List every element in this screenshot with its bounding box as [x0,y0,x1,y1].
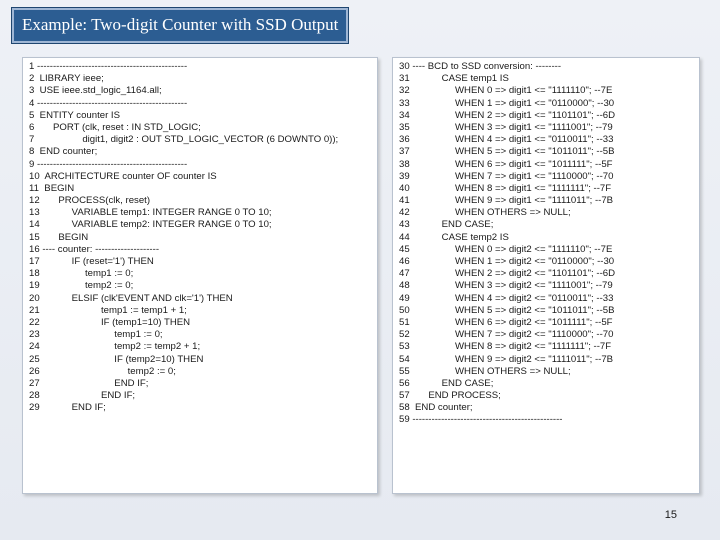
slide-title: Example: Two-digit Counter with SSD Outp… [12,8,349,43]
code-line: 43 END CASE; [399,219,494,231]
code-line: 40 WHEN 8 => digit1 <= "1111111"; --7F [399,182,612,194]
code-line: 42 WHEN OTHERS => NULL; [399,207,571,219]
page-number: 15 [664,509,677,521]
slide: Example: Two-digit Counter with SSD Outp… [0,0,720,540]
code-line: 13 VARIABLE temp1: INTEGER RANGE 0 TO 10… [29,207,272,219]
code-line: 20 ELSIF (clk'EVENT AND clk='1') THEN [29,292,233,304]
code-line: 41 WHEN 9 => digit1 <= "1111011"; --7B [399,195,614,207]
code-line: 28 END IF; [29,390,136,402]
code-line: 44 CASE temp2 IS [399,231,509,243]
code-line: 3 USE ieee.std_logic_1164.all; [29,85,162,97]
code-line: 21 temp1 := temp1 + 1; [29,304,187,316]
code-listing-right: 30 ---- BCD to SSD conversion: -------- 3… [393,58,699,427]
code-line: 23 temp1 := 0; [29,329,163,341]
code-line: 10 ARCHITECTURE counter OF counter IS [29,170,217,182]
code-line: 29 END IF; [29,402,106,414]
code-line: 38 WHEN 6 => digit1 <= "1011111"; --5F [399,158,613,170]
code-line: 54 WHEN 9 => digit2 <= "1111011"; --7B [399,353,614,365]
code-line: 37 WHEN 5 => digit1 <= "1011011"; --5B [399,146,615,158]
code-line: 26 temp2 := 0; [29,365,176,377]
code-line: 45 WHEN 0 => digit2 <= "1111110"; --7E [399,243,613,255]
code-line: 59 -------------------------------------… [399,414,563,426]
code-line: 32 WHEN 0 => digit1 <= "1111110"; --7E [399,85,613,97]
code-line: 9 --------------------------------------… [29,158,188,170]
code-line: 15 BEGIN [29,231,89,243]
code-line: 46 WHEN 1 => digit2 <= "0110000"; --30 [399,256,615,267]
code-line: 1 --------------------------------------… [29,61,188,72]
code-line: 16 ---- counter: -------------------- [29,243,160,255]
code-panel-left: 1 --------------------------------------… [22,57,378,494]
code-line: 8 END counter; [29,146,98,158]
code-line: 22 IF (temp1=10) THEN [29,316,191,328]
code-line: 58 END counter; [399,402,473,414]
code-line: 17 IF (reset='1') THEN [29,256,154,267]
code-line: 33 WHEN 1 => digit1 <= "0110000"; --30 [399,97,615,109]
code-line: 39 WHEN 7 => digit1 <= "1110000"; --70 [399,170,614,182]
code-line: 31 CASE temp1 IS [399,73,509,85]
code-line: 34 WHEN 2 => digit1 <= "1101101"; --6D [399,109,616,121]
code-line: 57 END PROCESS; [399,390,501,402]
code-line: 19 temp2 := 0; [29,280,134,292]
code-line: 30 ---- BCD to SSD conversion: -------- [399,61,562,72]
code-line: 56 END CASE; [399,377,494,389]
code-line: 2 LIBRARY ieee; [29,73,104,85]
code-line: 50 WHEN 5 => digit2 <= "1011011"; --5B [399,304,615,316]
code-panel-right: 30 ---- BCD to SSD conversion: -------- 3… [392,57,700,494]
code-line: 27 END IF; [29,377,149,389]
code-line: 5 ENTITY counter IS [29,109,120,121]
code-line: 7 digit1, digit2 : OUT STD_LOGIC_VECTOR … [29,134,339,146]
code-line: 14 VARIABLE temp2: INTEGER RANGE 0 TO 10… [29,219,272,231]
code-line: 35 WHEN 3 => digit1 <= "1111001"; --79 [399,121,613,133]
code-line: 48 WHEN 3 => digit2 <= "1111001"; --79 [399,280,613,292]
code-line: 12 PROCESS(clk, reset) [29,195,151,207]
code-line: 51 WHEN 6 => digit2 <= "1011111"; --5F [399,316,613,328]
code-line: 55 WHEN OTHERS => NULL; [399,365,571,377]
code-line: 47 WHEN 2 => digit2 <= "1101101"; --6D [399,268,616,280]
code-line: 36 WHEN 4 => digit1 <= "0110011"; --33 [399,134,614,146]
code-line: 24 temp2 := temp2 + 1; [29,341,201,353]
code-line: 4 --------------------------------------… [29,97,188,109]
code-line: 18 temp1 := 0; [29,268,134,280]
code-line: 25 IF (temp2=10) THEN [29,353,204,365]
code-line: 52 WHEN 7 => digit2 <= "1110000"; --70 [399,329,614,341]
code-listing-left: 1 --------------------------------------… [23,58,377,414]
code-line: 11 BEGIN [29,182,75,194]
code-line: 53 WHEN 8 => digit2 <= "1111111"; --7F [399,341,612,353]
code-line: 6 PORT (clk, reset : IN STD_LOGIC; [29,121,201,133]
code-line: 49 WHEN 4 => digit2 <= "0110011"; --33 [399,292,614,304]
